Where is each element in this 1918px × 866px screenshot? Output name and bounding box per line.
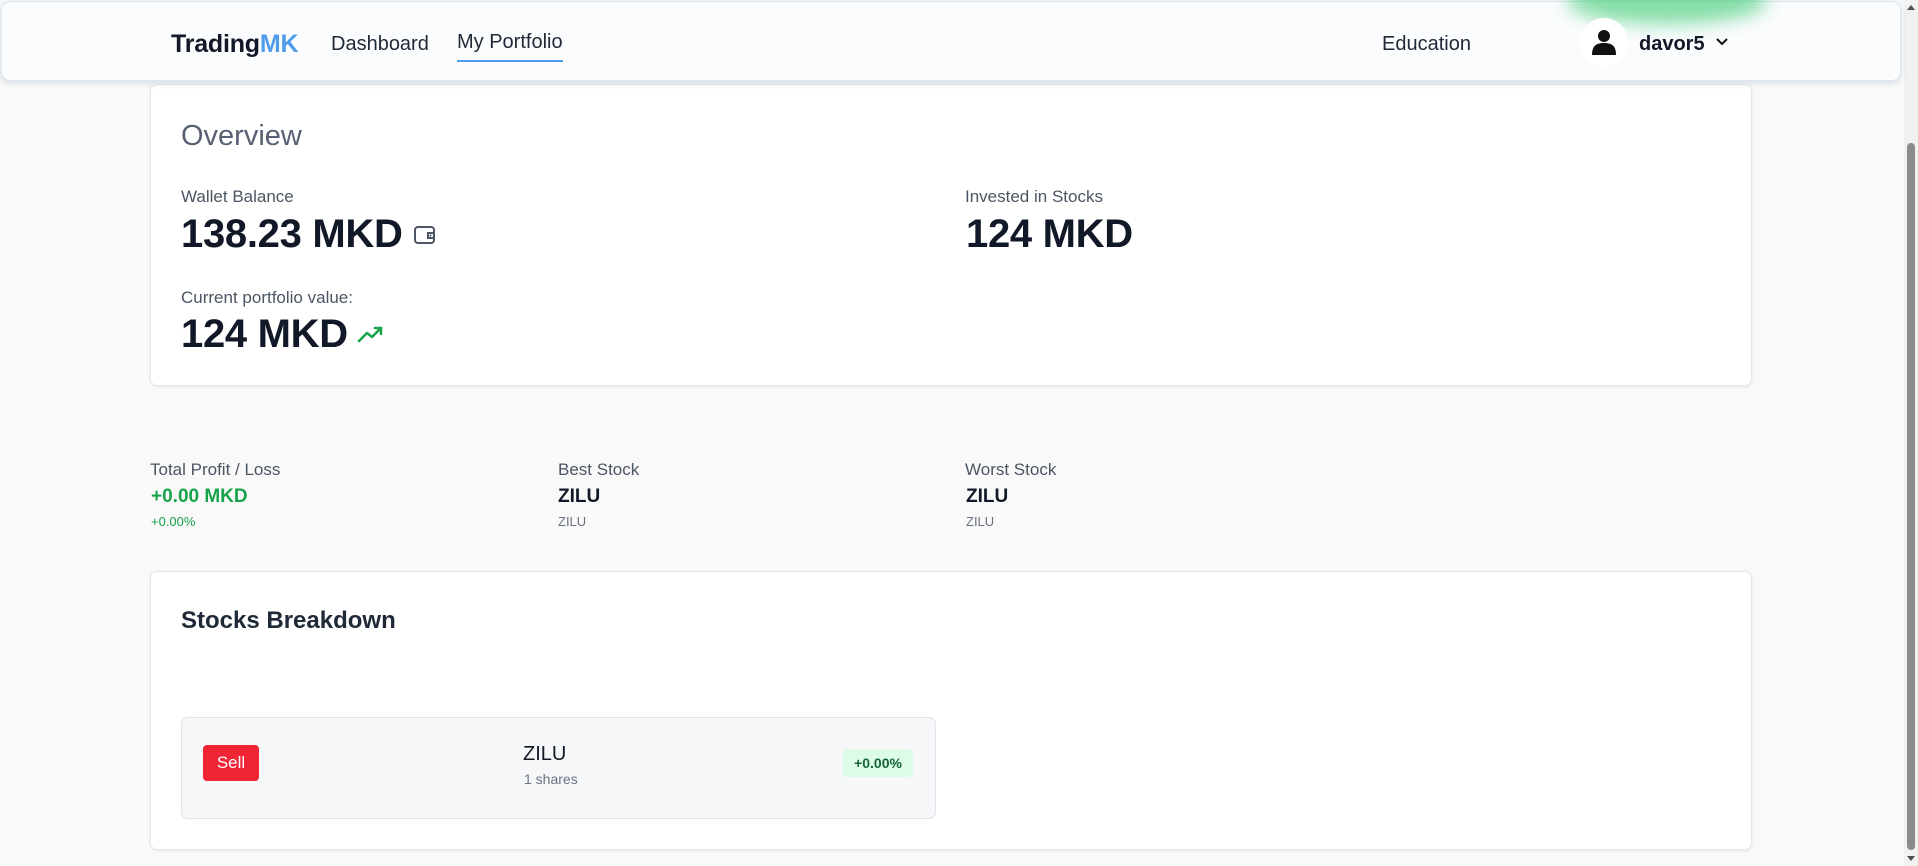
nav-link-dashboard[interactable]: Dashboard [331, 33, 429, 56]
invested-value: 124 MKD [966, 212, 1133, 256]
worst-stock-value: ZILU [966, 486, 1009, 507]
total-profit-percent: +0.00% [151, 514, 196, 529]
stock-shares: 1 shares [524, 771, 578, 787]
portfolio-value-label: Current portfolio value: [181, 288, 353, 307]
stock-symbol: ZILU [523, 743, 567, 765]
scroll-down-arrow[interactable] [1906, 855, 1916, 863]
nav-link-my-portfolio[interactable]: My Portfolio [457, 31, 563, 62]
overview-title: Overview [181, 120, 302, 152]
chevron-down-icon[interactable] [1715, 37, 1729, 47]
brand-accent-text: MK [259, 30, 299, 58]
scrollbar-thumb[interactable] [1907, 143, 1915, 850]
nav-link-education[interactable]: Education [1382, 33, 1471, 56]
wallet-balance-value: 138.23 MKD [181, 212, 403, 256]
best-stock-label: Best Stock [558, 460, 640, 479]
best-stock-value: ZILU [558, 486, 601, 507]
wallet-icon[interactable] [413, 224, 437, 246]
trending-up-icon [357, 326, 383, 343]
wallet-balance-label: Wallet Balance [181, 187, 294, 206]
brand-logo[interactable]: TradingMK [171, 30, 299, 59]
best-stock-symbol: ZILU [558, 514, 587, 529]
user-name[interactable]: davor5 [1639, 33, 1705, 56]
brand-text: Trading [171, 30, 260, 58]
scroll-up-arrow[interactable] [1906, 3, 1916, 11]
portfolio-value: 124 MKD [181, 312, 348, 356]
avatar[interactable] [1580, 18, 1628, 66]
total-profit-value: +0.00 MKD [151, 486, 248, 507]
worst-stock-label: Worst Stock [965, 460, 1057, 479]
stocks-breakdown-title: Stocks Breakdown [181, 607, 396, 634]
sell-button[interactable]: Sell [203, 745, 259, 781]
stock-item [181, 717, 936, 819]
stock-change-badge: +0.00% [843, 749, 913, 777]
user-icon [1592, 30, 1616, 55]
worst-stock-symbol: ZILU [966, 514, 995, 529]
top-navbar: TradingMK Dashboard My Portfolio Educati… [1, 0, 1901, 81]
invested-label: Invested in Stocks [965, 187, 1103, 206]
total-profit-label: Total Profit / Loss [150, 460, 281, 479]
